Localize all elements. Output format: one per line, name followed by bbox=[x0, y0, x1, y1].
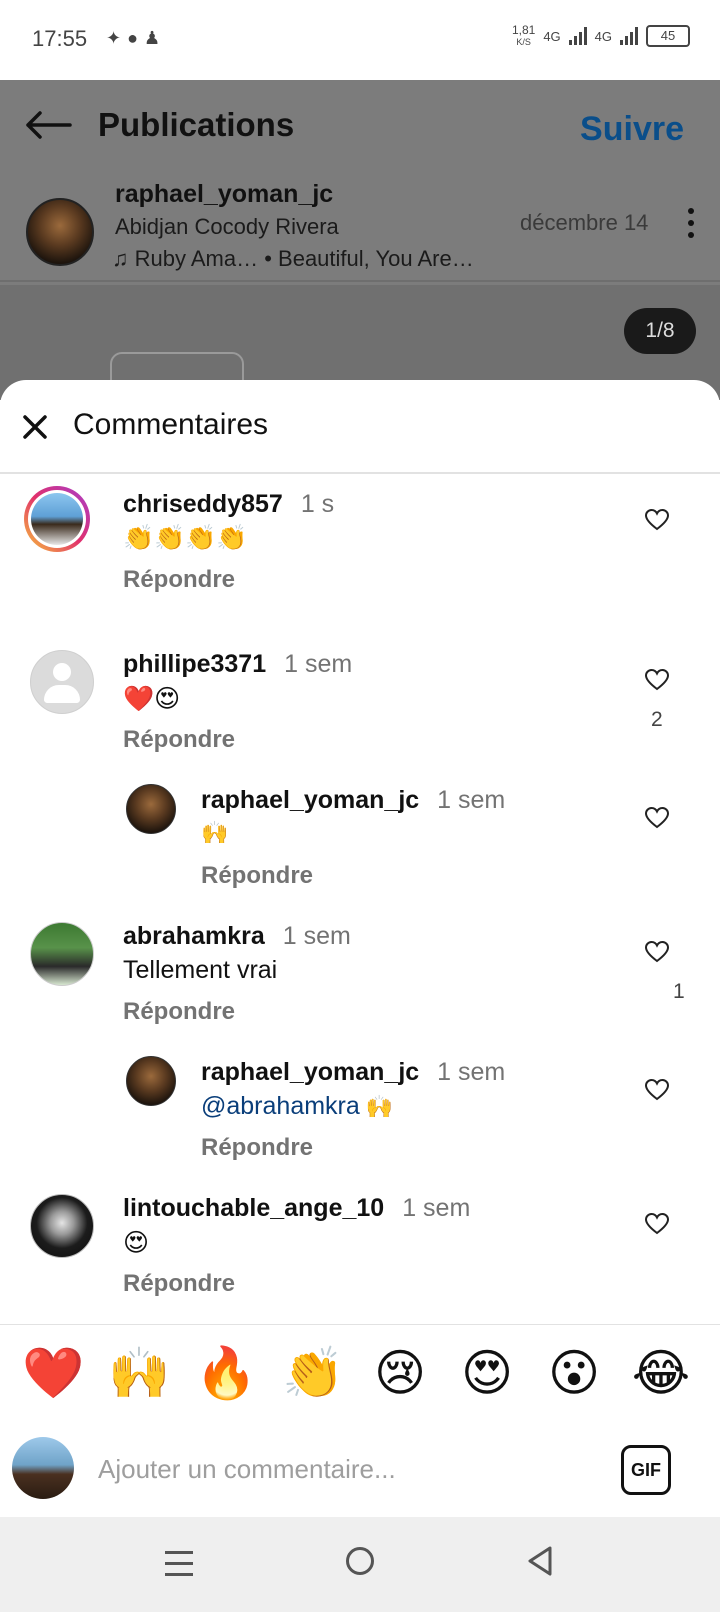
comment-text: 🙌 bbox=[201, 820, 229, 845]
comment-input[interactable] bbox=[96, 1443, 580, 1495]
heart-icon[interactable] bbox=[644, 508, 670, 532]
network-type-2: 4G bbox=[594, 28, 612, 44]
carousel-page-indicator: 1/8 bbox=[624, 308, 696, 354]
reply-button[interactable]: Répondre bbox=[123, 1270, 235, 1298]
like-count: 1 bbox=[673, 980, 685, 1003]
emoji-heart-button[interactable]: ❤️ bbox=[22, 1345, 84, 1401]
commenter-avatar[interactable] bbox=[24, 486, 90, 552]
commenter-avatar[interactable] bbox=[126, 1056, 176, 1106]
recent-apps-icon[interactable] bbox=[165, 1551, 193, 1584]
comment-text: ❤️😍 bbox=[123, 685, 181, 713]
android-icon: ✦ bbox=[106, 28, 128, 48]
close-icon[interactable] bbox=[22, 414, 48, 440]
comment-time: 1 s bbox=[300, 490, 335, 518]
mention-link[interactable]: @abrahamkra bbox=[201, 1092, 360, 1120]
emoji-sad-button[interactable]: 😢 bbox=[369, 1345, 431, 1401]
post-author-avatar[interactable] bbox=[26, 198, 94, 266]
comment-time: 1 sem bbox=[402, 1194, 471, 1222]
current-user-avatar bbox=[12, 1437, 74, 1499]
reply-button[interactable]: Répondre bbox=[123, 726, 235, 754]
signal-icon bbox=[620, 27, 638, 45]
battery-level: 45 bbox=[660, 28, 676, 43]
heart-icon[interactable] bbox=[644, 806, 670, 830]
heart-icon[interactable] bbox=[644, 940, 670, 964]
post-music[interactable]: ♫ Ruby Ama… • Beautiful, You Are… bbox=[112, 246, 474, 272]
comment-text: 😍 bbox=[123, 1229, 150, 1257]
heart-icon[interactable] bbox=[644, 1078, 670, 1102]
status-bar: 17:55 ✦●♟ 1,81 K/S 4G 4G 45 bbox=[0, 0, 720, 80]
top-header: Publications Suivre bbox=[0, 80, 720, 180]
page-title: Publications bbox=[98, 106, 295, 143]
system-navigation-bar bbox=[0, 1517, 720, 1612]
more-options-icon[interactable] bbox=[688, 208, 694, 244]
divider bbox=[0, 472, 720, 474]
emoji-clap-button[interactable]: 👏 bbox=[282, 1345, 344, 1401]
comment-username[interactable]: raphael_yoman_jc 1 sem bbox=[201, 1058, 505, 1087]
heart-icon[interactable] bbox=[644, 1212, 670, 1236]
comment-username[interactable]: abrahamkra 1 sem bbox=[123, 922, 351, 951]
like-count: 2 bbox=[651, 708, 663, 731]
commenter-avatar[interactable] bbox=[30, 650, 94, 714]
network-type-1: 4G bbox=[543, 28, 561, 44]
comment-text: 👏👏👏👏 bbox=[123, 524, 248, 552]
comment-time: 1 sem bbox=[437, 1058, 506, 1086]
emoji-fire-button[interactable]: 🔥 bbox=[195, 1345, 257, 1401]
signal-icon bbox=[568, 27, 587, 45]
commenter-avatar[interactable] bbox=[30, 1194, 94, 1258]
comment-compose-bar: GIF bbox=[0, 1421, 720, 1517]
comment-username[interactable]: phillipe3371 1 sem bbox=[123, 650, 352, 679]
emoji-surprised-button[interactable]: 😮 bbox=[543, 1345, 605, 1401]
commenter-avatar[interactable] bbox=[30, 922, 94, 986]
comment-text: @abrahamkra 🙌 bbox=[201, 1092, 394, 1120]
reply-button[interactable]: Répondre bbox=[201, 862, 313, 890]
gif-button[interactable]: GIF bbox=[621, 1445, 671, 1495]
post-background: Publications Suivre raphael_yoman_jc Abi… bbox=[0, 80, 720, 416]
comment-time: 1 sem bbox=[284, 650, 353, 678]
comment-time: 1 sem bbox=[437, 786, 506, 814]
comment-username[interactable]: raphael_yoman_jc 1 sem bbox=[201, 786, 505, 815]
status-indicators: 1,81 K/S 4G 4G 45 bbox=[512, 24, 690, 48]
post-location[interactable]: Abidjan Cocody Rivera bbox=[115, 214, 339, 240]
comment-text: Tellement vrai bbox=[123, 956, 278, 984]
emoji-raised-hands-button[interactable]: 🙌 bbox=[108, 1345, 170, 1401]
follow-button[interactable]: Suivre bbox=[580, 110, 684, 149]
back-arrow-icon[interactable] bbox=[24, 110, 74, 140]
emoji-laughing-button[interactable]: 😂 bbox=[630, 1345, 692, 1401]
comments-title: Commentaires bbox=[73, 408, 269, 441]
snapchat-icon: ♟ bbox=[143, 28, 167, 48]
home-icon[interactable] bbox=[346, 1547, 374, 1575]
divider bbox=[0, 280, 720, 282]
heart-icon[interactable] bbox=[644, 668, 670, 692]
reply-button[interactable]: Répondre bbox=[201, 1134, 313, 1162]
emoji-heart-eyes-button[interactable]: 😍 bbox=[456, 1345, 518, 1401]
comment-username[interactable]: chriseddy857 1 s bbox=[123, 490, 334, 519]
back-triangle-icon[interactable] bbox=[526, 1545, 554, 1577]
network-speed: 1,81 K/S bbox=[512, 24, 535, 48]
battery-icon: 45 bbox=[646, 25, 690, 47]
chat-bubble-icon: ● bbox=[127, 28, 144, 48]
comment-time: 1 sem bbox=[282, 922, 351, 950]
speed-value: 1,81 bbox=[511, 23, 536, 37]
post-date: décembre 14 bbox=[520, 210, 649, 235]
emoji-quick-bar: ❤️ 🙌 🔥 👏 😢 😍 😮 😂 bbox=[0, 1324, 720, 1422]
commenter-avatar[interactable] bbox=[126, 784, 176, 834]
status-time: 17:55 bbox=[32, 26, 88, 51]
reply-button[interactable]: Répondre bbox=[123, 998, 235, 1026]
speed-unit: K/S bbox=[516, 37, 531, 47]
comment-username[interactable]: lintouchable_ange_10 1 sem bbox=[123, 1194, 470, 1223]
post-author-username[interactable]: raphael_yoman_jc bbox=[115, 180, 333, 209]
reply-button[interactable]: Répondre bbox=[123, 566, 235, 594]
notification-icons: ✦●♟ bbox=[106, 28, 166, 49]
